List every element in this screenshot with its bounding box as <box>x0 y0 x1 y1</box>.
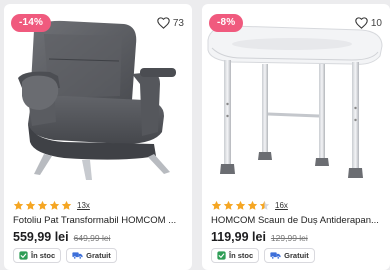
star-icon <box>211 200 222 210</box>
stock-label: În stoc <box>229 251 254 260</box>
heart-icon <box>355 17 368 29</box>
in-stock-tag: În stoc <box>211 248 260 263</box>
review-count-link[interactable]: 13x <box>77 201 90 210</box>
star-icon <box>61 200 72 210</box>
product-tags: În stoc Gratuit <box>211 248 315 263</box>
shipping-label: Gratuit <box>86 251 111 260</box>
discount-badge: -14% <box>11 14 52 32</box>
rating-stars: 13x <box>13 199 90 211</box>
old-price: 649,99 lei <box>73 233 111 243</box>
free-shipping-tag: Gratuit <box>66 248 117 263</box>
current-price: 559,99 lei <box>13 230 69 244</box>
old-price: 129,99 lei <box>270 233 308 243</box>
star-icon <box>25 200 36 210</box>
shipping-label: Gratuit <box>284 251 309 260</box>
star-icon <box>13 200 24 210</box>
product-title[interactable]: HOMCOM Scaun de Duș Antiderapan... <box>211 215 387 226</box>
product-title[interactable]: Fotoliu Pat Transformabil HOMCOM ... <box>13 215 189 226</box>
in-stock-tag: În stoc <box>13 248 62 263</box>
favorites-count: 73 <box>172 17 184 29</box>
star-icon <box>247 200 258 210</box>
review-count-link[interactable]: 16x <box>275 201 288 210</box>
favorite-button[interactable]: 73 <box>157 15 184 31</box>
half-star-icon <box>259 200 270 210</box>
star-icon <box>37 200 48 210</box>
check-icon <box>217 251 226 260</box>
free-shipping-tag: Gratuit <box>264 248 315 263</box>
favorite-button[interactable]: 10 <box>355 15 382 31</box>
truck-icon <box>72 252 83 260</box>
price-row: 119,99 lei 129,99 lei <box>211 230 308 244</box>
product-card[interactable]: -14% 73 13x Fotoliu Pat Transformabil HO… <box>4 4 192 270</box>
product-grid: -14% 73 13x Fotoliu Pat Transformabil HO… <box>4 4 390 270</box>
discount-badge: -8% <box>209 14 244 32</box>
truck-icon <box>270 252 281 260</box>
stock-label: În stoc <box>31 251 56 260</box>
star-icon <box>235 200 246 210</box>
price-row: 559,99 lei 649,99 lei <box>13 230 110 244</box>
current-price: 119,99 lei <box>211 230 266 244</box>
product-tags: În stoc Gratuit <box>13 248 117 263</box>
rating-stars: 16x <box>211 199 288 211</box>
heart-icon <box>157 17 170 29</box>
check-icon <box>19 251 28 260</box>
product-card[interactable]: -8% 10 16x HOMCOM Scaun de Duș Antiderap… <box>202 4 390 270</box>
star-icon <box>49 200 60 210</box>
star-icon <box>223 200 234 210</box>
favorites-count: 10 <box>370 17 382 29</box>
